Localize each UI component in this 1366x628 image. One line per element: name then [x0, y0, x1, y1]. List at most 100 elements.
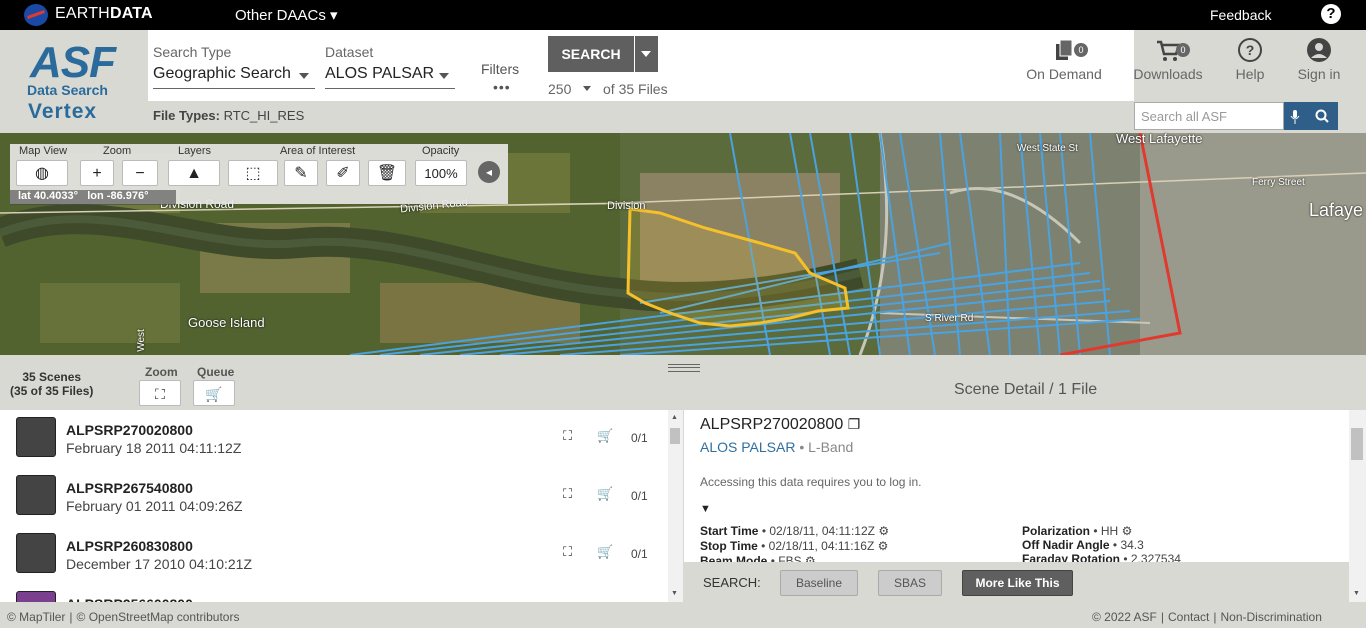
search-all-asf-input[interactable]: Search all ASF	[1134, 102, 1284, 130]
copyright: © 2022 ASF	[1092, 610, 1157, 624]
dataset-link[interactable]: ALOS PALSAR	[700, 439, 795, 455]
queue-results-label: Queue	[197, 365, 235, 379]
help-button[interactable]: ? Help	[1230, 36, 1270, 82]
downloads-button[interactable]: 0 Downloads	[1128, 36, 1208, 82]
scrollbar-thumb[interactable]	[670, 428, 680, 444]
scene-id: ALPSRP267540800	[66, 480, 193, 496]
other-daacs-menu[interactable]: Other DAACs ▾	[235, 6, 338, 24]
dataset-select[interactable]: ALOS PALSAR	[325, 65, 455, 89]
microphone-icon[interactable]	[1284, 102, 1306, 130]
scroll-down-icon[interactable]: ▼	[671, 590, 678, 597]
on-demand-button[interactable]: 0 On Demand	[1024, 36, 1104, 82]
zoom-to-scene-icon[interactable]: ⛶	[563, 544, 572, 560]
search-type-label: Search Type	[153, 44, 232, 60]
layers-label: Layers	[178, 145, 212, 157]
zoom-in-icon[interactable]: +	[80, 160, 114, 186]
add-to-cart-icon[interactable]: 🛒	[597, 486, 613, 502]
edit-polygon-icon[interactable]: ✐	[326, 160, 360, 186]
collapse-arrow-icon[interactable]: ◂	[478, 161, 500, 183]
resize-handle[interactable]	[668, 364, 700, 372]
list-item[interactable]: ALPSRP267540800 February 01 2011 04:09:2…	[0, 468, 660, 526]
zoom-out-icon[interactable]: −	[122, 160, 158, 186]
filters-button[interactable]: Filters •••	[481, 61, 519, 95]
maptiler-credit[interactable]: © MapTiler	[7, 610, 65, 624]
add-to-cart-icon[interactable]: 🛒	[597, 428, 613, 444]
expand-toggle-icon[interactable]: ▼	[700, 503, 711, 515]
scene-thumbnail[interactable]	[16, 533, 56, 573]
globe-icon[interactable]: ◍	[16, 160, 68, 186]
add-to-cart-icon[interactable]: 🛒	[597, 544, 613, 560]
help-icon[interactable]: ?	[1321, 4, 1341, 24]
downloads-count: 0	[1176, 43, 1190, 57]
on-demand-count: 0	[1074, 43, 1088, 57]
scrollbar-thumb[interactable]	[1351, 428, 1363, 460]
zoom-label: Zoom	[103, 145, 132, 157]
list-item[interactable]: ALPSRP256600800	[0, 584, 660, 602]
sign-in-label: Sign in	[1297, 66, 1341, 82]
sbas-button[interactable]: SBAS	[878, 570, 942, 596]
trash-icon[interactable]: 🗑	[368, 160, 406, 186]
on-demand-label: On Demand	[1026, 66, 1102, 82]
map-label-s-river-rd: S River Rd	[925, 313, 974, 324]
baseline-button[interactable]: Baseline	[780, 570, 858, 596]
gear-icon[interactable]: ⚙	[805, 554, 816, 562]
zoom-to-scene-icon[interactable]: ⛶	[563, 486, 572, 502]
user-icon	[1294, 36, 1344, 66]
vertex-logo[interactable]: ASF Data Search Vertex	[0, 30, 148, 133]
max-results-select[interactable]: 250	[548, 81, 592, 97]
similar-search-bar: SEARCH: Baseline SBAS More Like This	[684, 562, 1349, 602]
file-types: File Types: RTC_HI_RES	[153, 108, 305, 123]
layers-mountain-icon[interactable]: ▲	[168, 160, 220, 186]
gear-icon[interactable]: ⚙	[878, 524, 889, 538]
search-type-select[interactable]: Geographic Search	[153, 65, 315, 89]
chevron-down-icon	[439, 73, 449, 79]
feedback-link[interactable]: Feedback	[1210, 7, 1271, 23]
pencil-icon[interactable]: ✎	[284, 160, 318, 186]
map-label-ferry-street: Ferry Street	[1252, 177, 1305, 188]
zoom-to-results-icon[interactable]: ⛶	[139, 380, 181, 406]
list-item[interactable]: ALPSRP270020800 February 18 2011 04:11:1…	[0, 410, 660, 468]
queue-all-cart-icon[interactable]: 🛒	[193, 380, 235, 406]
results-scrollbar[interactable]: ▲ ▼	[668, 410, 683, 602]
osm-credit[interactable]: © OpenStreetMap contributors	[77, 610, 240, 624]
more-like-this-button[interactable]: More Like This	[962, 570, 1073, 596]
nasa-logo[interactable]	[24, 4, 48, 26]
sign-in-button[interactable]: Sign in	[1294, 36, 1344, 82]
stack-icon	[1024, 36, 1104, 66]
stop-time: Stop Time • 02/18/11, 04:11:16Z ⚙	[700, 539, 889, 553]
zoom-results-label: Zoom	[145, 365, 178, 379]
detail-scrollbar[interactable]: ▼	[1349, 410, 1366, 602]
scene-thumbnail[interactable]	[16, 417, 56, 457]
scene-date: February 18 2011 04:11:12Z	[66, 440, 242, 456]
scene-count: 35 Scenes (35 of 35 Files)	[10, 370, 94, 398]
gear-icon[interactable]: ⚙	[1122, 524, 1133, 538]
list-item[interactable]: ALPSRP260830800 December 17 2010 04:10:2…	[0, 526, 660, 584]
zoom-to-scene-icon[interactable]: ⛶	[563, 428, 572, 444]
scroll-up-icon[interactable]: ▲	[671, 414, 678, 421]
gear-icon[interactable]: ⚙	[878, 539, 889, 553]
cart-icon	[1128, 36, 1208, 66]
queued-files-count: 0/1	[631, 431, 648, 445]
chevron-down-icon	[583, 86, 592, 91]
detail-scene-id: ALPSRP270020800 ❐	[700, 416, 861, 433]
scene-detail-title: Scene Detail / 1 File	[954, 381, 1098, 398]
scene-thumbnail[interactable]	[16, 475, 56, 515]
aoi-draw-box-icon[interactable]: ⬚	[228, 160, 278, 186]
footer: © MapTiler | © OpenStreetMap contributors …	[0, 607, 1366, 628]
scroll-down-icon[interactable]: ▼	[1353, 590, 1360, 597]
vertex-text: Vertex	[28, 100, 98, 123]
beam-mode: Beam Mode • FBS ⚙	[700, 554, 816, 562]
non-discrimination-link[interactable]: Non-Discrimination	[1221, 610, 1322, 624]
earthdata-brand[interactable]: EARTHDATA	[55, 5, 153, 23]
off-nadir-angle: Off Nadir Angle • 34.3	[1022, 538, 1144, 552]
help-circle-icon: ?	[1230, 36, 1270, 66]
copy-icon[interactable]: ❐	[848, 416, 861, 432]
search-icon[interactable]	[1306, 102, 1338, 130]
results-list: ALPSRP270020800 February 18 2011 04:11:1…	[0, 410, 668, 602]
opacity-select[interactable]: 100%	[415, 160, 467, 186]
scene-thumbnail[interactable]	[16, 591, 56, 602]
search-options-dropdown[interactable]	[635, 36, 658, 72]
separator: |	[1160, 610, 1165, 624]
contact-link[interactable]: Contact	[1168, 610, 1209, 624]
search-button[interactable]: SEARCH	[548, 36, 634, 72]
